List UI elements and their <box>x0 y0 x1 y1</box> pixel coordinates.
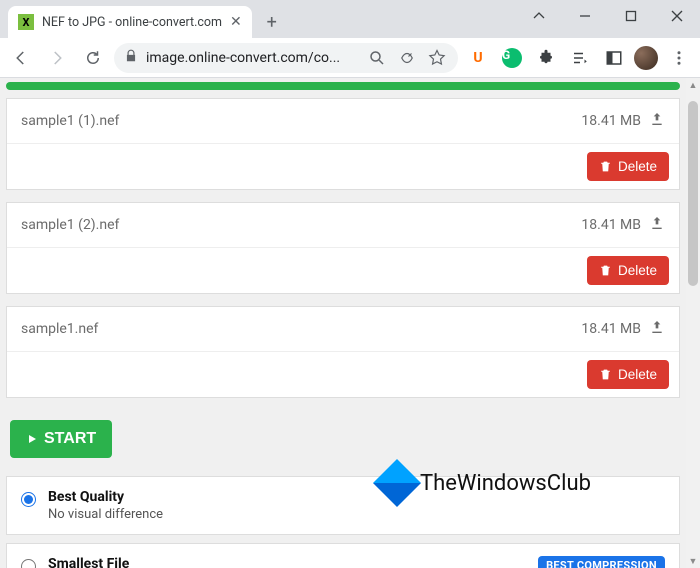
delete-button[interactable]: Delete <box>587 152 669 181</box>
share-icon[interactable] <box>396 43 418 73</box>
file-size: 18.41 MB <box>581 217 641 233</box>
browser-menu-icon[interactable] <box>664 43 694 73</box>
delete-label: Delete <box>618 263 657 278</box>
scroll-area: sample1 (1).nef 18.41 MB Delete sample1 … <box>0 78 686 568</box>
upload-icon <box>649 319 665 339</box>
extension-g-icon[interactable]: G <box>498 44 526 72</box>
trash-icon <box>599 160 612 173</box>
file-card: sample1.nef 18.41 MB Delete <box>6 306 680 398</box>
option-title: Best Quality <box>48 489 665 505</box>
delete-button[interactable]: Delete <box>587 360 669 389</box>
tab-title: NEF to JPG - online-convert.com <box>42 15 222 30</box>
delete-button[interactable]: Delete <box>587 256 669 285</box>
profile-avatar[interactable] <box>634 46 658 70</box>
lock-icon <box>124 49 138 67</box>
file-card: sample1 (1).nef 18.41 MB Delete <box>6 98 680 190</box>
favicon: X <box>18 14 34 30</box>
file-name: sample1 (2).nef <box>21 217 581 233</box>
trash-icon <box>599 368 612 381</box>
zoom-icon[interactable] <box>366 43 388 73</box>
file-size: 18.41 MB <box>581 321 641 337</box>
file-info-row: sample1 (2).nef 18.41 MB <box>7 203 679 248</box>
forward-button[interactable] <box>42 43 72 73</box>
window-titlebar: X NEF to JPG - online-convert.com ✕ + <box>0 0 700 38</box>
url-text: image.online-convert.com/co... <box>146 50 358 66</box>
scroll-up-arrow-icon[interactable]: ▲ <box>686 78 700 92</box>
file-size: 18.41 MB <box>581 113 641 129</box>
extension-u-icon[interactable]: U <box>464 44 492 72</box>
back-button[interactable] <box>6 43 36 73</box>
window-controls <box>516 0 700 32</box>
delete-label: Delete <box>618 159 657 174</box>
scroll-down-arrow-icon[interactable]: ▼ <box>686 554 700 568</box>
play-icon <box>26 432 38 446</box>
file-name: sample1 (1).nef <box>21 113 581 129</box>
extensions-icon[interactable] <box>532 44 560 72</box>
option-radio[interactable] <box>21 492 36 507</box>
reload-button[interactable] <box>78 43 108 73</box>
file-info-row: sample1 (1).nef 18.41 MB <box>7 99 679 144</box>
browser-tab[interactable]: X NEF to JPG - online-convert.com ✕ <box>8 6 252 38</box>
option-subtitle: No visual difference <box>48 507 665 522</box>
new-tab-button[interactable]: + <box>258 8 286 36</box>
browser-toolbar: image.online-convert.com/co... U G <box>0 38 700 78</box>
scrollbar-thumb[interactable] <box>688 101 698 286</box>
start-label: START <box>44 430 96 448</box>
trash-icon <box>599 264 612 277</box>
file-card: sample1 (2).nef 18.41 MB Delete <box>6 202 680 294</box>
file-name: sample1.nef <box>21 321 581 337</box>
address-bar[interactable]: image.online-convert.com/co... <box>114 43 458 73</box>
upload-icon <box>649 215 665 235</box>
page-content: sample1 (1).nef 18.41 MB Delete sample1 … <box>0 78 700 568</box>
window-minimize-button[interactable] <box>562 0 608 32</box>
scrollbar-track[interactable] <box>686 92 700 554</box>
delete-label: Delete <box>618 367 657 382</box>
tab-close-icon[interactable]: ✕ <box>230 14 242 30</box>
side-panel-icon[interactable] <box>600 44 628 72</box>
window-maximize-button[interactable] <box>608 0 654 32</box>
best-compression-badge: BEST COMPRESSION <box>538 556 665 568</box>
option-radio[interactable] <box>21 559 36 568</box>
start-button[interactable]: START <box>10 420 112 458</box>
window-close-button[interactable] <box>654 0 700 32</box>
window-more-icon[interactable] <box>516 0 562 32</box>
file-info-row: sample1.nef 18.41 MB <box>7 307 679 352</box>
bookmark-icon[interactable] <box>426 43 448 73</box>
media-control-icon[interactable] <box>566 44 594 72</box>
option-smallest-file[interactable]: Smallest File Tiny file size BEST COMPRE… <box>6 543 680 568</box>
option-best-quality[interactable]: Best Quality No visual difference <box>6 476 680 535</box>
option-title: Smallest File <box>48 556 526 568</box>
upload-icon <box>649 111 665 131</box>
upload-progress-strip <box>6 82 680 90</box>
vertical-scrollbar[interactable]: ▲ ▼ <box>686 78 700 568</box>
